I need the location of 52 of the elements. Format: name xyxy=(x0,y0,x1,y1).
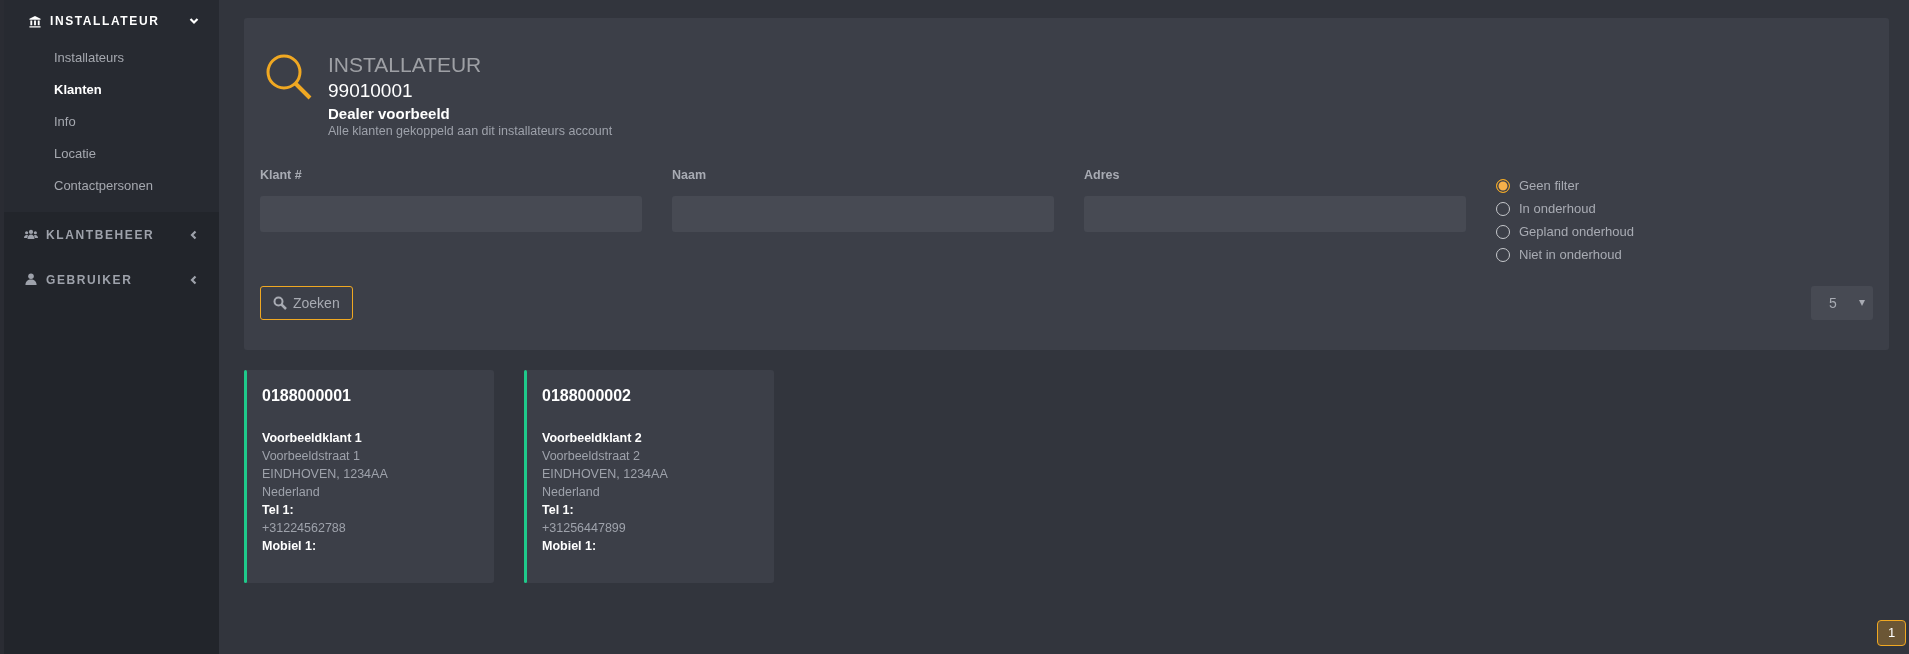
field-label: Adres xyxy=(1084,168,1121,184)
sidebar-item[interactable]: Info xyxy=(4,106,219,138)
installer-number: 99010001 xyxy=(328,80,414,102)
installer-name: Dealer voorbeeld xyxy=(328,105,451,122)
user-icon xyxy=(24,273,38,286)
sidebar-item[interactable]: Installateurs xyxy=(4,42,219,74)
sidebar-section[interactable]: GEBRUIKER xyxy=(4,257,219,302)
search-icon xyxy=(264,52,314,102)
mobile-label: Mobiel 1: xyxy=(542,538,598,555)
radio-label: Geen filter xyxy=(1519,178,1579,193)
section-label: KLANTBEHEER xyxy=(46,227,156,242)
customer-card[interactable]: 0188000001 Voorbeeldklant 1 Voorbeeldstraat 1 EINDHOVEN, 1234AA Nederland Tel 1: +31224562788 Mobiel 1: xyxy=(244,370,494,583)
radio-label: Gepland onderhoud xyxy=(1519,224,1634,239)
section-label: GEBRUIKER xyxy=(46,272,134,287)
field-label: Klant # xyxy=(260,168,303,184)
section-label: INSTALLATEUR xyxy=(50,14,161,28)
chevron-left-icon xyxy=(189,229,199,240)
phone-number: +31224562788 xyxy=(262,520,347,537)
sidebar-item[interactable]: Contactpersonen xyxy=(4,170,219,202)
sidebar-section[interactable]: INSTALLATEUR xyxy=(4,0,219,42)
mobile-label: Mobiel 1: xyxy=(262,538,318,555)
sidebar-item[interactable]: Locatie xyxy=(4,138,219,170)
search-icon xyxy=(273,296,287,310)
radio-button[interactable] xyxy=(1496,178,1510,193)
phone-label: Tel 1: xyxy=(542,502,575,519)
page-description: Alle klanten gekoppeld aan dit installateurs account xyxy=(328,124,613,138)
city-text: EINDHOVEN, 1234AA xyxy=(262,466,389,483)
customer-number: 0188000002 xyxy=(542,387,632,405)
phone-label: Tel 1: xyxy=(262,502,295,519)
page-size-select[interactable]: 5 xyxy=(1811,286,1873,320)
field-label: Naam xyxy=(672,168,708,184)
chevron-down-icon xyxy=(189,16,199,26)
street-text: Voorbeeldstraat 1 xyxy=(262,448,361,465)
page-button[interactable]: 1 xyxy=(1877,620,1906,646)
phone-number: +31256447899 xyxy=(542,520,627,537)
customer-name: Voorbeeldklant 2 xyxy=(542,430,643,447)
page-title: INSTALLATEUR xyxy=(328,53,483,77)
search-button[interactable]: Zoeken xyxy=(260,286,353,320)
sidebar-item[interactable]: Klanten xyxy=(4,74,219,106)
customer-number: 0188000001 xyxy=(262,387,352,405)
city-text: EINDHOVEN, 1234AA xyxy=(542,466,669,483)
country-text: Nederland xyxy=(262,484,321,501)
sidebar-section[interactable]: KLANTBEHEER xyxy=(4,212,219,257)
radio-label: Niet in onderhoud xyxy=(1519,247,1622,262)
chevron-left-icon xyxy=(189,274,199,285)
users-icon xyxy=(24,228,38,241)
customer-name: Voorbeeldklant 1 xyxy=(262,430,363,447)
bank-icon xyxy=(28,14,42,28)
radio-label: In onderhoud xyxy=(1519,201,1596,216)
street-text: Voorbeeldstraat 2 xyxy=(542,448,641,465)
country-text: Nederland xyxy=(542,484,601,501)
customer-card[interactable]: 0188000002 Voorbeeldklant 2 Voorbeeldstraat 2 EINDHOVEN, 1234AA Nederland Tel 1: +31256447899 Mobiel 1: xyxy=(524,370,774,583)
